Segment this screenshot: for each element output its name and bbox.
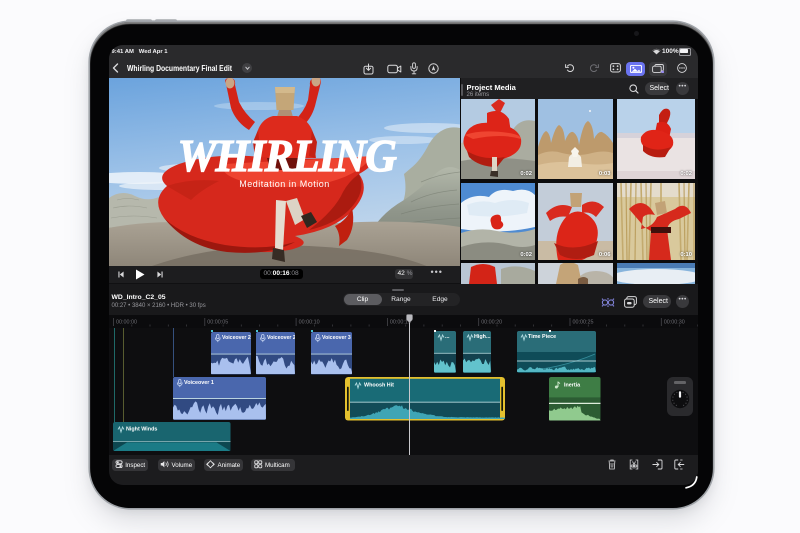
svg-text:00:00:10: 00:00:10 [298,320,319,326]
svg-text:00:00:05: 00:00:05 [207,320,228,326]
svg-text:Night Winds: Night Winds [126,427,157,433]
svg-text:Voiceover 2: Voiceover 2 [267,335,295,341]
svg-text:00:00:20: 00:00:20 [481,320,502,326]
svg-text:00:00:25: 00:00:25 [572,320,593,326]
svg-text:Voiceover 3: Voiceover 3 [322,335,351,341]
svg-text:High...: High... [474,334,491,340]
svg-text:00:00:00: 00:00:00 [116,320,137,326]
svg-text:Whoosh Hit: Whoosh Hit [364,383,394,389]
svg-text:Voiceover 1: Voiceover 1 [184,380,214,386]
svg-text:Voiceover 2: Voiceover 2 [222,335,251,341]
svg-text:...: ... [445,334,450,340]
svg-text:00:00:30: 00:00:30 [663,320,684,326]
svg-text:Time Piece: Time Piece [528,334,556,340]
svg-text:Inertia: Inertia [564,383,581,389]
